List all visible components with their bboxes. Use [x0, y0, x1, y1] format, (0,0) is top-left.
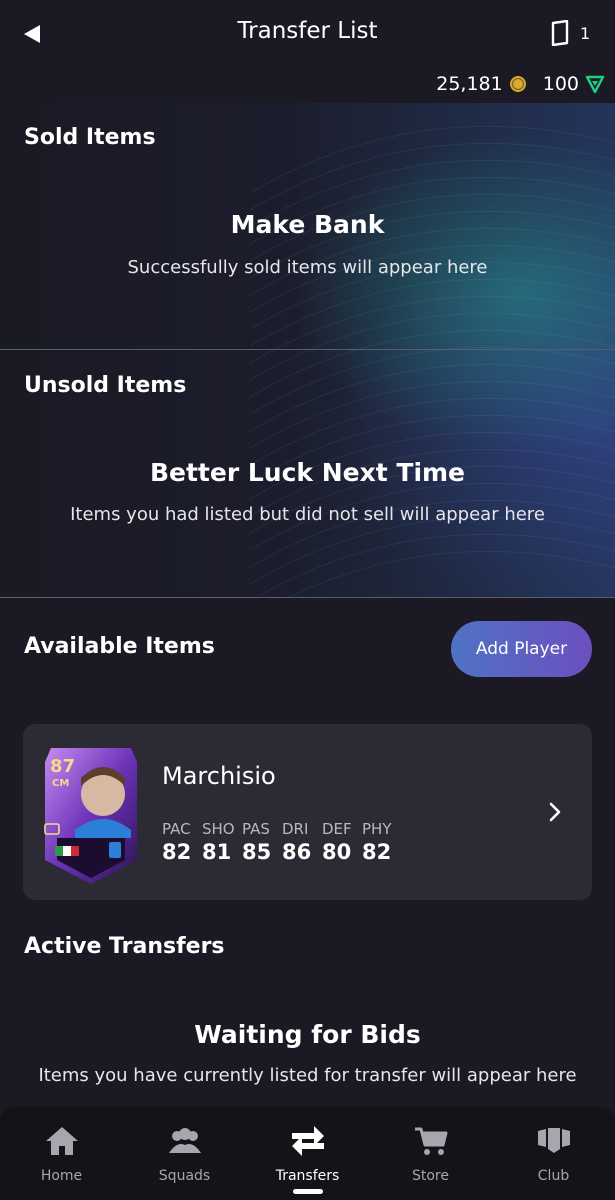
flag-icon: [55, 846, 63, 856]
nav-squads[interactable]: Squads: [123, 1107, 246, 1200]
unsold-items-heading: Unsold Items: [24, 373, 187, 398]
sold-empty-text: Successfully sold items will appear here: [127, 257, 488, 278]
sold-empty-title: Make Bank: [230, 210, 385, 239]
active-empty-title: Waiting for Bids: [194, 1020, 421, 1049]
add-player-button[interactable]: Add Player: [451, 621, 592, 677]
wave-line: [249, 516, 615, 585]
player-item-card[interactable]: 87 CM Marchisio PAC 82 SHO 81 PAS 85 DRI 86 …: [23, 724, 592, 900]
currency-display: 25,181 100: [436, 73, 605, 95]
chevron-right-icon[interactable]: [547, 800, 563, 824]
unsold-empty-text: Items you had listed but did not sell wi…: [70, 504, 545, 525]
sold-items-heading: Sold Items: [24, 125, 156, 150]
active-empty-text: Items you have currently listed for tran…: [38, 1065, 577, 1086]
home-icon: [46, 1127, 78, 1155]
card-rating: 87: [50, 756, 75, 777]
squads-icon: [169, 1128, 201, 1153]
stat-pac: PAC 82: [162, 820, 192, 864]
league-badge-icon: [109, 842, 121, 858]
coin-icon: [509, 76, 526, 92]
fifa-points-icon: [585, 75, 605, 94]
pack-icon: [551, 20, 569, 46]
coin-balance: 25,181: [436, 73, 503, 95]
active-tab-indicator: [293, 1189, 323, 1194]
cart-icon: [415, 1127, 448, 1155]
nav-store[interactable]: Store: [369, 1107, 492, 1200]
wave-line: [256, 533, 615, 597]
page-title: Transfer List: [237, 18, 378, 44]
nav-transfers[interactable]: Transfers: [246, 1107, 369, 1200]
player-card-image: 87 CM: [44, 748, 137, 884]
pack-button[interactable]: 1: [550, 20, 590, 46]
nav-transfers-label: Transfers: [275, 1168, 340, 1184]
nav-club-label: Club: [537, 1168, 570, 1184]
player-stats: PAC 82 SHO 81 PAS 85 DRI 86 DEF 80 PHY 82: [162, 820, 402, 864]
active-transfers-heading: Active Transfers: [24, 934, 225, 959]
divider: [0, 597, 615, 598]
stat-dri: DRI 86: [282, 820, 312, 864]
divider: [0, 349, 615, 350]
unsold-empty-title: Better Luck Next Time: [149, 458, 466, 487]
pack-count: 1: [580, 23, 591, 43]
points-balance: 100: [542, 73, 579, 95]
results-panel: Sold Items Make Bank Successfully sold i…: [0, 103, 615, 597]
nav-club[interactable]: Club: [492, 1107, 615, 1200]
nav-squads-label: Squads: [158, 1168, 211, 1184]
stat-phy: PHY 82: [362, 820, 392, 864]
card-position: CM: [52, 778, 69, 789]
stat-sho: SHO 81: [202, 820, 235, 864]
nav-store-label: Store: [411, 1168, 449, 1184]
transfers-icon: [292, 1126, 324, 1156]
player-name: Marchisio: [162, 762, 276, 790]
club-icon: [538, 1128, 570, 1153]
stat-def: DEF 80: [322, 820, 352, 864]
wave-line: [288, 550, 615, 597]
stat-pas: PAS 85: [242, 820, 272, 864]
nav-home[interactable]: Home: [0, 1107, 123, 1200]
nav-home-label: Home: [40, 1168, 83, 1184]
top-bar: Transfer List 1 25,181 100: [0, 0, 615, 103]
bottom-nav: Home Squads Transfers Store Club: [0, 1107, 615, 1200]
available-items-heading: Available Items: [24, 634, 215, 659]
